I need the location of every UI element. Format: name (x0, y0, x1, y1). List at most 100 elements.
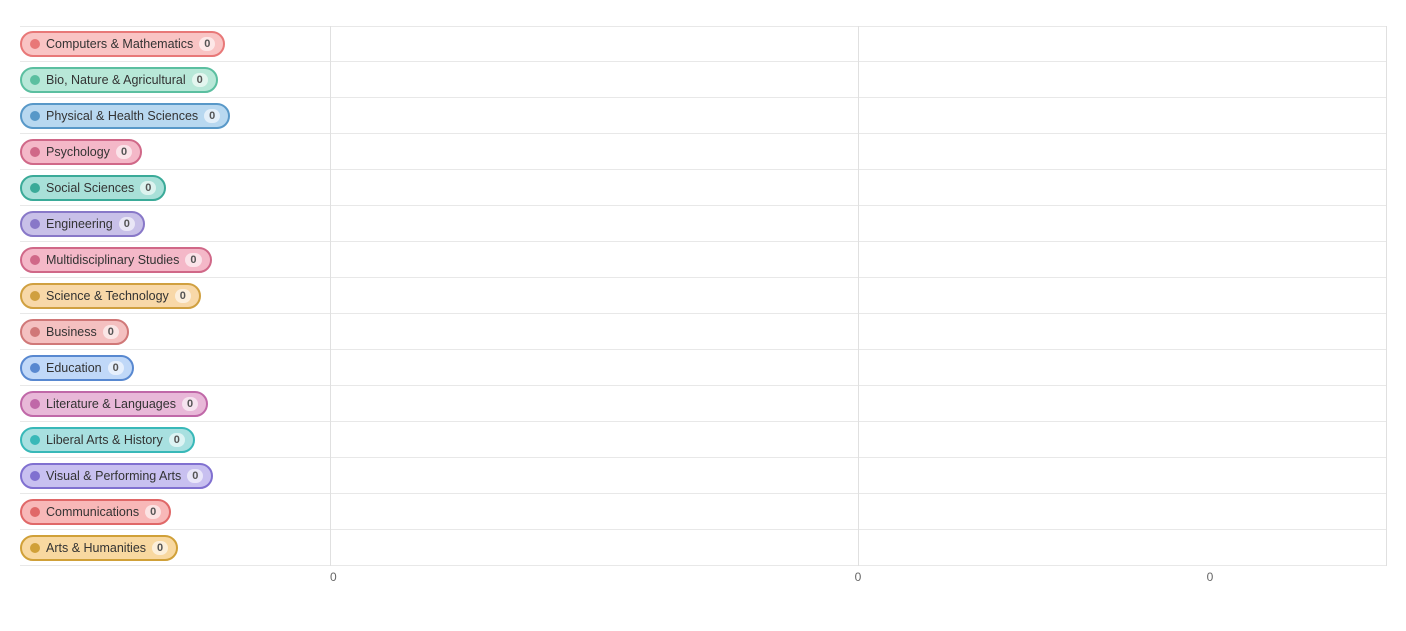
bar-label: Education (46, 361, 102, 375)
bar-pill: Liberal Arts & History 0 (20, 427, 195, 453)
bar-row: Business 0 (20, 314, 1386, 350)
bar-pill: Communications 0 (20, 499, 171, 525)
bar-pill: Literature & Languages 0 (20, 391, 208, 417)
bar-track (330, 458, 1386, 493)
bar-label-area: Physical & Health Sciences 0 (20, 98, 330, 133)
bar-label-area: Computers & Mathematics 0 (20, 27, 330, 61)
bar-label-area: Multidisciplinary Studies0 (20, 242, 330, 277)
bar-label: Liberal Arts & History (46, 433, 163, 447)
bar-value: 0 (169, 433, 185, 447)
bar-value: 0 (145, 505, 161, 519)
bar-value: 0 (116, 145, 132, 159)
bar-track (330, 314, 1386, 349)
bar-pill: Visual & Performing Arts0 (20, 463, 213, 489)
bar-pill: Education 0 (20, 355, 134, 381)
x-axis-label: 0 (330, 570, 682, 584)
bar-pill: Arts & Humanities0 (20, 535, 178, 561)
bar-row: Communications 0 (20, 494, 1386, 530)
bar-dot-icon (30, 291, 40, 301)
bar-dot-icon (30, 219, 40, 229)
bar-label-area: Literature & Languages 0 (20, 386, 330, 421)
bar-row: Education 0 (20, 350, 1386, 386)
bar-row: Social Sciences0 (20, 170, 1386, 206)
chart-area: Computers & Mathematics0Bio, Nature & Ag… (20, 26, 1386, 566)
bar-dot-icon (30, 255, 40, 265)
bar-label: Business (46, 325, 97, 339)
bar-row: Psychology 0 (20, 134, 1386, 170)
bar-track (330, 350, 1386, 385)
bar-pill: Science & Technology 0 (20, 283, 201, 309)
bar-value: 0 (187, 469, 203, 483)
bar-pill: Multidisciplinary Studies0 (20, 247, 212, 273)
bar-label: Multidisciplinary Studies (46, 253, 179, 267)
bar-track (330, 98, 1386, 133)
bar-track (330, 422, 1386, 457)
bar-row: Multidisciplinary Studies0 (20, 242, 1386, 278)
bar-value: 0 (192, 73, 208, 87)
bar-label-area: Science & Technology 0 (20, 278, 330, 313)
bar-pill: Bio, Nature & Agricultural0 (20, 67, 218, 93)
bar-track (330, 242, 1386, 277)
bar-dot-icon (30, 435, 40, 445)
bar-track (330, 62, 1386, 97)
x-axis-label: 0 (682, 570, 1034, 584)
bar-label-area: Communications 0 (20, 494, 330, 529)
bar-track (330, 206, 1386, 241)
bar-label: Engineering (46, 217, 113, 231)
bar-dot-icon (30, 507, 40, 517)
bar-value: 0 (140, 181, 156, 195)
bar-row: Arts & Humanities0 (20, 530, 1386, 566)
bar-value: 0 (152, 541, 168, 555)
bar-pill: Social Sciences0 (20, 175, 166, 201)
bar-label-area: Engineering 0 (20, 206, 330, 241)
bar-value: 0 (175, 289, 191, 303)
bar-dot-icon (30, 39, 40, 49)
bar-value: 0 (103, 325, 119, 339)
bar-row: Bio, Nature & Agricultural0 (20, 62, 1386, 98)
x-axis: 000 (20, 570, 1386, 584)
bar-label: Psychology (46, 145, 110, 159)
bar-track (330, 27, 1386, 61)
bar-dot-icon (30, 111, 40, 121)
bar-row: Science & Technology 0 (20, 278, 1386, 314)
bar-label-area: Social Sciences0 (20, 170, 330, 205)
bar-dot-icon (30, 363, 40, 373)
bar-dot-icon (30, 183, 40, 193)
bar-track (330, 494, 1386, 529)
bar-pill: Computers & Mathematics 0 (20, 31, 225, 57)
bar-value: 0 (199, 37, 215, 51)
bar-label: Communications (46, 505, 139, 519)
bar-pill: Psychology 0 (20, 139, 142, 165)
bar-label-area: Liberal Arts & History 0 (20, 422, 330, 457)
bar-track (330, 278, 1386, 313)
bar-label: Literature & Languages (46, 397, 176, 411)
bar-track (330, 170, 1386, 205)
bar-label: Physical & Health Sciences (46, 109, 198, 123)
chart-container: Computers & Mathematics0Bio, Nature & Ag… (0, 0, 1406, 614)
bar-dot-icon (30, 399, 40, 409)
bar-dot-icon (30, 543, 40, 553)
grid-line (1386, 26, 1387, 566)
bar-row: Physical & Health Sciences 0 (20, 98, 1386, 134)
bar-value: 0 (204, 109, 220, 123)
bar-track (330, 134, 1386, 169)
bar-label: Computers & Mathematics (46, 37, 193, 51)
bar-track (330, 386, 1386, 421)
bar-dot-icon (30, 471, 40, 481)
bar-value: 0 (108, 361, 124, 375)
bar-value: 0 (182, 397, 198, 411)
bar-row: Engineering 0 (20, 206, 1386, 242)
bar-row: Computers & Mathematics 0 (20, 26, 1386, 62)
bar-dot-icon (30, 75, 40, 85)
bar-label-area: Business 0 (20, 314, 330, 349)
bar-label: Science & Technology (46, 289, 169, 303)
bar-label-area: Education 0 (20, 350, 330, 385)
bar-pill: Business 0 (20, 319, 129, 345)
bar-label-area: Bio, Nature & Agricultural0 (20, 62, 330, 97)
bar-label-area: Visual & Performing Arts0 (20, 458, 330, 493)
bar-dot-icon (30, 147, 40, 157)
bar-value: 0 (119, 217, 135, 231)
bar-pill: Physical & Health Sciences 0 (20, 103, 230, 129)
bar-row: Liberal Arts & History 0 (20, 422, 1386, 458)
bar-label-area: Psychology 0 (20, 134, 330, 169)
